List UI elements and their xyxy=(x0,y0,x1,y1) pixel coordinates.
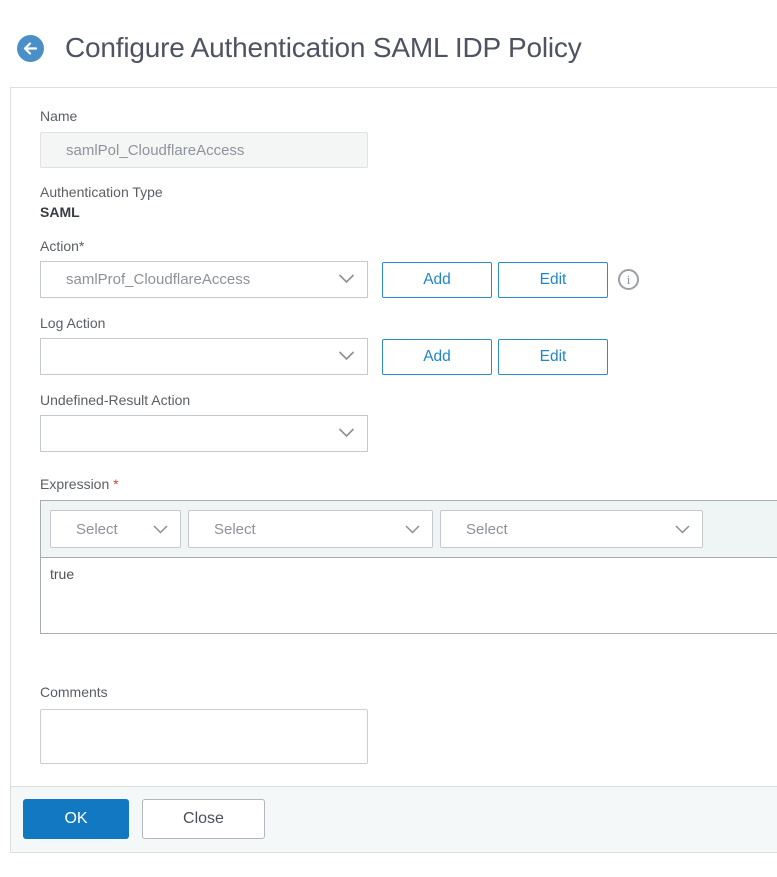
info-icon[interactable]: i xyxy=(618,269,639,290)
name-field-group: Name xyxy=(40,108,777,168)
page-header: Configure Authentication SAML IDP Policy xyxy=(0,0,777,87)
chevron-down-icon xyxy=(153,521,168,538)
chevron-down-icon xyxy=(405,521,420,538)
authentication-type-value: SAML xyxy=(40,204,80,220)
undefined-result-action-label: Undefined-Result Action xyxy=(40,392,191,408)
comments-label: Comments xyxy=(40,684,108,700)
log-action-field-group: Log Action Add Edit xyxy=(40,315,777,375)
expression-operator-select-1[interactable]: Select xyxy=(50,510,181,548)
action-field-group: Action* samlProf_CloudflareAccess Add Ed… xyxy=(40,238,777,298)
dialog-footer: OK Close xyxy=(11,786,777,853)
action-select-value: samlProf_CloudflareAccess xyxy=(66,271,251,288)
expression-operator-select-1-value: Select xyxy=(76,520,118,538)
expression-label-text: Expression xyxy=(40,476,110,492)
expression-toolbar: Select Select Select xyxy=(41,501,777,558)
ok-button[interactable]: OK xyxy=(23,799,129,839)
authentication-type-group: Authentication Type SAML xyxy=(40,184,777,220)
comments-field-group: Comments xyxy=(40,684,777,764)
authentication-type-label: Authentication Type xyxy=(40,184,163,200)
log-action-edit-button[interactable]: Edit xyxy=(498,338,608,375)
expression-operator-select-3[interactable]: Select xyxy=(440,510,703,548)
chevron-down-icon xyxy=(338,425,355,442)
name-input[interactable] xyxy=(40,132,368,168)
action-edit-button[interactable]: Edit xyxy=(498,261,608,298)
chevron-down-icon xyxy=(338,271,355,288)
expression-operator-select-2[interactable]: Select xyxy=(188,510,433,548)
action-select[interactable]: samlProf_CloudflareAccess xyxy=(40,261,368,298)
expression-field-group: Expression * Select Select Select true xyxy=(40,476,777,634)
arrow-left-icon xyxy=(23,41,38,55)
back-button[interactable] xyxy=(17,34,44,62)
action-add-button[interactable]: Add xyxy=(382,261,492,298)
log-action-add-button[interactable]: Add xyxy=(382,338,492,375)
name-label: Name xyxy=(40,108,78,124)
action-label: Action* xyxy=(40,238,85,254)
expression-builder: Select Select Select true xyxy=(40,500,777,634)
log-action-label: Log Action xyxy=(40,315,106,331)
expression-operator-select-3-value: Select xyxy=(466,520,508,538)
undefined-result-action-group: Undefined-Result Action xyxy=(40,392,777,452)
log-action-select[interactable] xyxy=(40,338,368,375)
expression-operator-select-2-value: Select xyxy=(214,520,256,538)
config-panel: Name Authentication Type SAML Action* sa… xyxy=(10,87,777,853)
chevron-down-icon xyxy=(338,348,355,365)
close-button[interactable]: Close xyxy=(142,799,265,839)
comments-textarea[interactable] xyxy=(40,709,368,764)
chevron-down-icon xyxy=(675,521,690,538)
expression-textarea[interactable]: true xyxy=(41,558,777,633)
expression-required-asterisk: * xyxy=(113,476,119,492)
expression-label: Expression * xyxy=(40,476,777,492)
undefined-result-action-select[interactable] xyxy=(40,415,368,452)
page-title: Configure Authentication SAML IDP Policy xyxy=(65,32,582,63)
